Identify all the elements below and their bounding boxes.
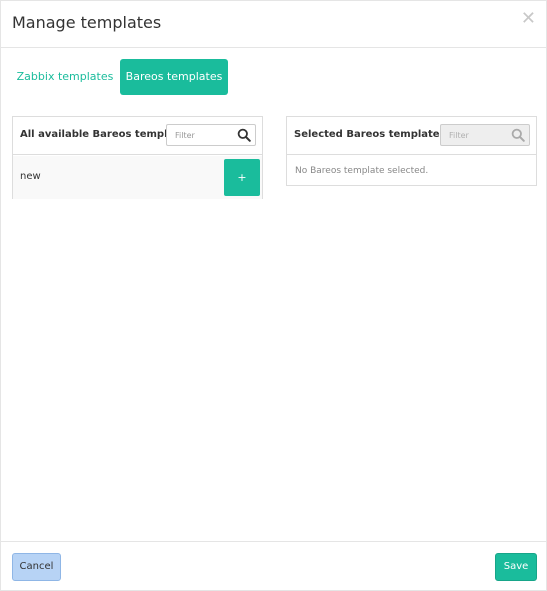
modal-footer: Cancel Save xyxy=(1,541,546,590)
cancel-button[interactable]: Cancel xyxy=(12,553,61,581)
manage-templates-modal: Manage templates ✕ Zabbix templates Bare… xyxy=(0,0,547,591)
selected-templates-panel: Selected Bareos templates No Bareos temp… xyxy=(286,116,537,186)
modal-header: Manage templates ✕ xyxy=(1,1,546,48)
available-templates-panel: All available Bareos templates new + xyxy=(12,116,263,199)
close-icon[interactable]: ✕ xyxy=(521,9,536,29)
available-filter xyxy=(166,124,256,146)
selected-filter-input[interactable] xyxy=(441,125,509,145)
search-icon[interactable] xyxy=(237,128,251,142)
selected-panel-header: Selected Bareos templates xyxy=(287,117,536,155)
selected-filter xyxy=(440,124,530,146)
template-row: new + xyxy=(13,156,262,199)
search-icon xyxy=(511,128,525,142)
available-panel-header: All available Bareos templates xyxy=(13,117,262,155)
available-filter-input[interactable] xyxy=(167,125,235,145)
tab-bareos-templates[interactable]: Bareos templates xyxy=(120,59,228,95)
empty-selection-message: No Bareos template selected. xyxy=(295,166,429,176)
template-name: new xyxy=(20,171,41,182)
save-button[interactable]: Save xyxy=(495,553,537,581)
tab-zabbix-templates[interactable]: Zabbix templates xyxy=(12,59,118,95)
modal-title: Manage templates xyxy=(12,13,162,32)
selected-panel-title: Selected Bareos templates xyxy=(294,129,446,140)
add-template-button[interactable]: + xyxy=(224,159,260,196)
